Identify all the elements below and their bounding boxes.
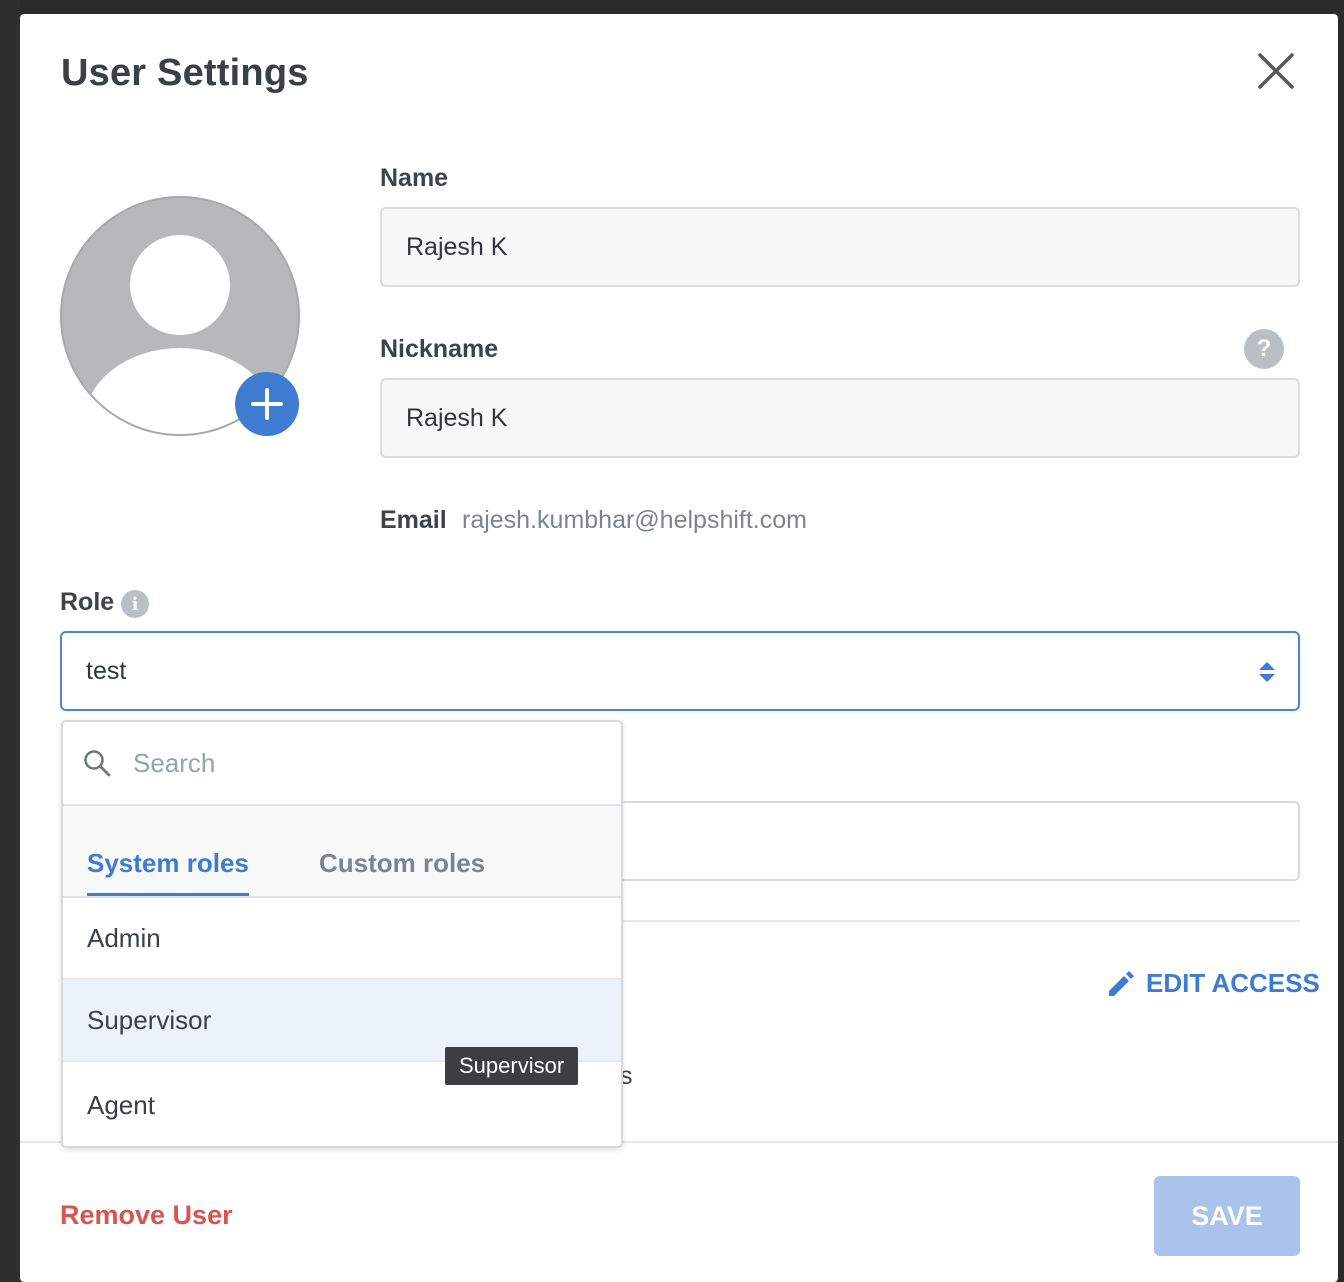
- email-label: Email: [380, 506, 447, 534]
- obscured-field[interactable]: [600, 801, 1300, 881]
- save-button[interactable]: SAVE: [1154, 1176, 1300, 1256]
- role-select[interactable]: test: [60, 631, 1300, 711]
- email-value: rajesh.kumbhar@helpshift.com: [462, 506, 807, 534]
- role-select-value: test: [86, 656, 127, 685]
- dropdown-search: [63, 722, 621, 806]
- role-tabs: System roles Custom roles: [63, 806, 621, 898]
- edit-access-button[interactable]: EDIT ACCESS: [1106, 968, 1320, 999]
- role-option-admin[interactable]: Admin: [63, 898, 621, 980]
- tooltip: Supervisor: [445, 1047, 579, 1085]
- close-icon: [1258, 53, 1294, 89]
- avatar: [60, 196, 304, 440]
- user-settings-dialog: User Settings Name Rajesh K Nickname ? R…: [20, 14, 1338, 1282]
- tab-custom-roles[interactable]: Custom roles: [319, 848, 485, 893]
- search-icon: [84, 750, 111, 777]
- section-divider: [600, 920, 1300, 922]
- add-photo-button[interactable]: [235, 372, 299, 436]
- name-field[interactable]: Rajesh K: [380, 207, 1300, 287]
- help-icon[interactable]: ?: [1244, 329, 1284, 369]
- info-icon[interactable]: i: [121, 590, 149, 618]
- close-button[interactable]: [1256, 51, 1296, 91]
- name-label: Name: [380, 164, 449, 192]
- plus-icon: [251, 388, 283, 420]
- sort-arrows-icon: [1259, 662, 1275, 682]
- nickname-label: Nickname: [380, 335, 499, 363]
- search-input[interactable]: [131, 740, 585, 786]
- tab-system-roles[interactable]: System roles: [87, 848, 249, 896]
- avatar-head: [130, 235, 230, 335]
- pencil-icon: [1109, 970, 1134, 996]
- dialog-title: User Settings: [61, 52, 309, 94]
- nickname-field[interactable]: Rajesh K: [380, 378, 1300, 458]
- edit-access-label: EDIT ACCESS: [1146, 968, 1320, 998]
- remove-user-button[interactable]: Remove User: [60, 1200, 233, 1231]
- page-backdrop: [0, 0, 20, 1282]
- role-label: Role: [60, 588, 115, 616]
